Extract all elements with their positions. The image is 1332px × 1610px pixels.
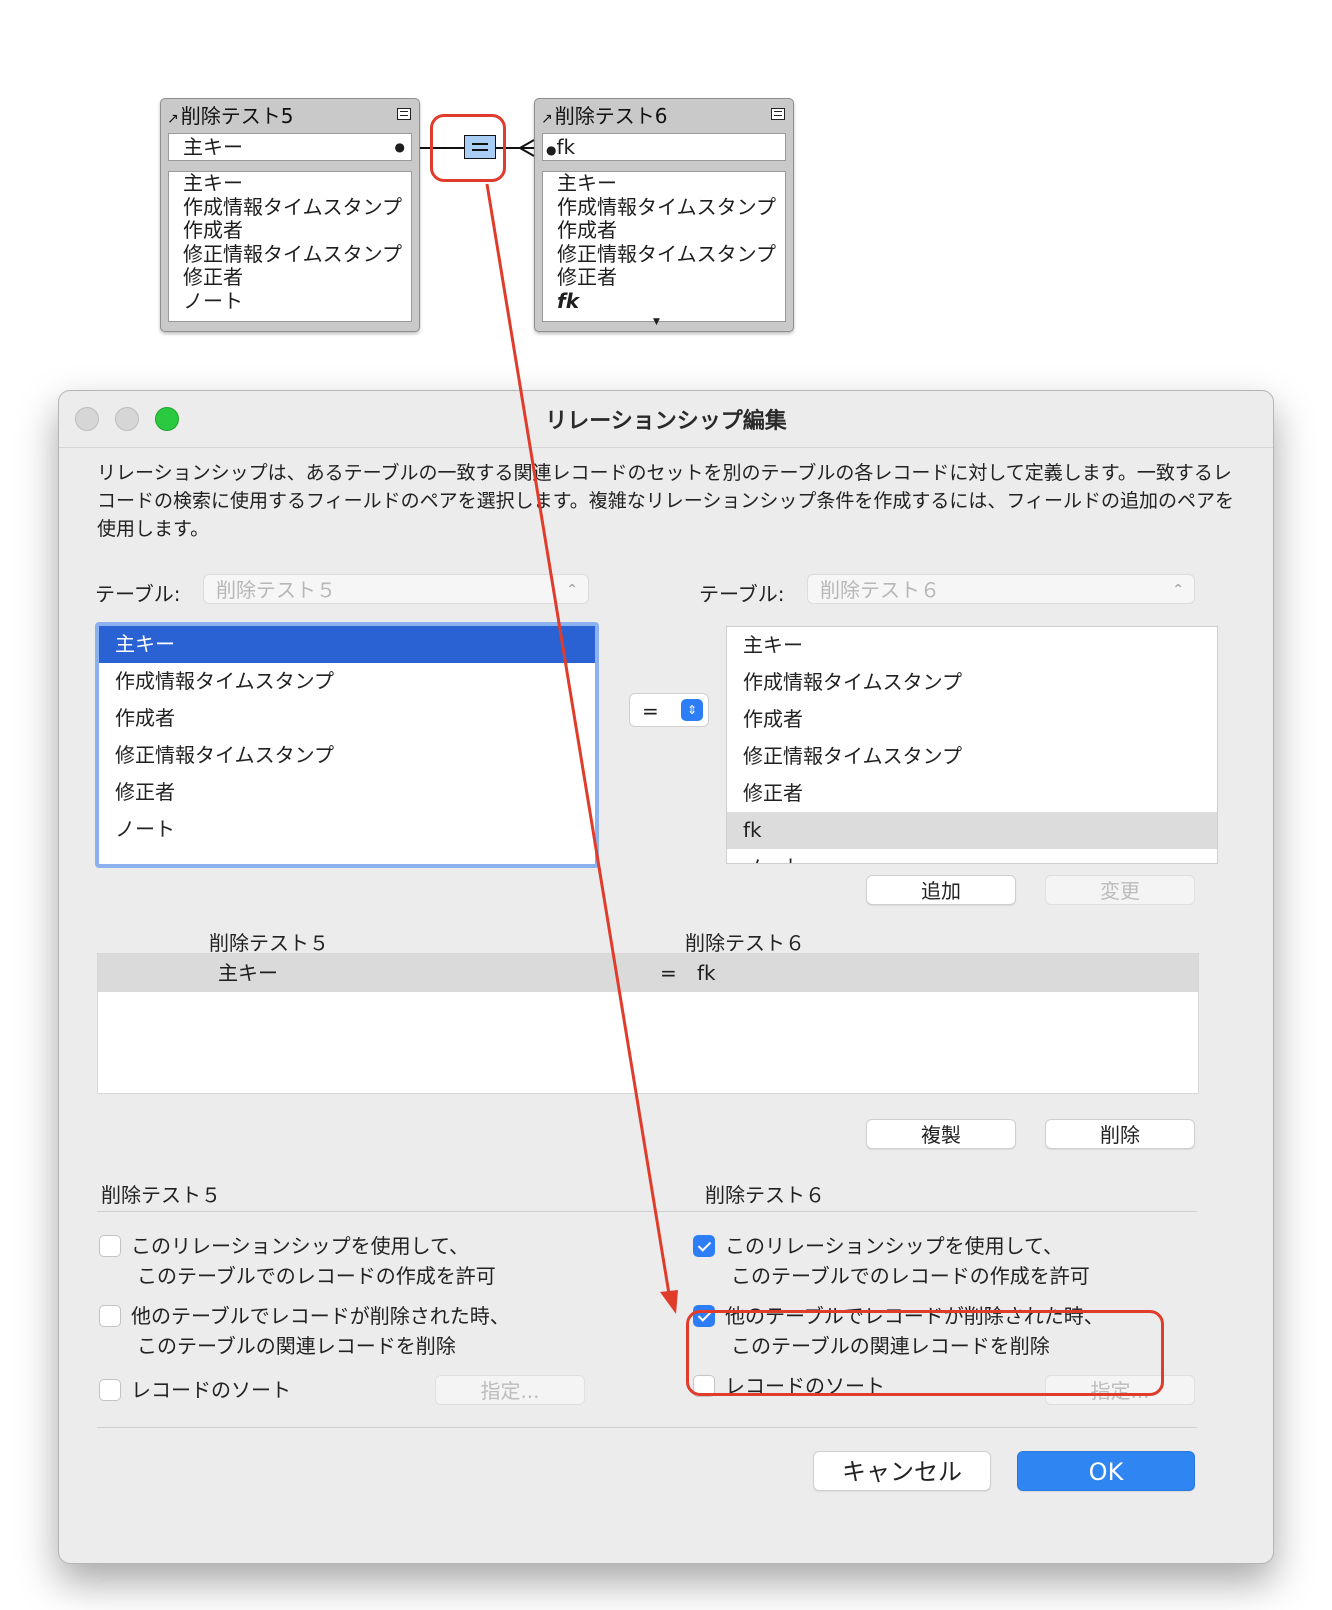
annotation-arrow xyxy=(485,183,678,1314)
